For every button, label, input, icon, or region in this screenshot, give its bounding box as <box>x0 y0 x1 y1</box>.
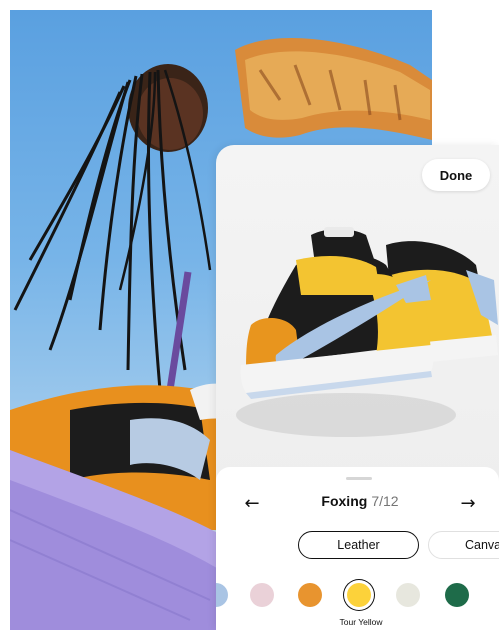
step-indicator: Foxing 7/12 <box>276 493 444 509</box>
material-options: Leather Canvas <box>216 531 499 563</box>
step-count: 7/12 <box>371 493 399 509</box>
selected-color-name: Tour Yellow <box>339 617 383 627</box>
material-leather-button[interactable]: Leather <box>298 531 419 559</box>
step-name: Foxing <box>321 493 368 509</box>
arrow-right-icon[interactable]: → <box>452 487 484 519</box>
customizer-panel: Done ← Foxing 7/12 → Leather Canva Tour … <box>216 145 499 630</box>
app-screen: Done ← Foxing 7/12 → Leather Canva Tour … <box>0 0 499 630</box>
color-swatch-yellow[interactable] <box>347 583 371 607</box>
color-swatch-cream[interactable] <box>396 583 420 607</box>
color-swatch-green[interactable] <box>445 583 469 607</box>
sheet-drag-handle[interactable] <box>346 477 372 480</box>
color-swatch-pink[interactable] <box>250 583 274 607</box>
customization-sheet: ← Foxing7/12 → Leather Canvas Tour Yello… <box>216 467 499 630</box>
done-button[interactable]: Done <box>422 159 490 191</box>
arrow-left-icon[interactable]: ← <box>236 487 268 519</box>
color-swatch-orange[interactable] <box>298 583 322 607</box>
color-swatch-blue[interactable] <box>216 583 228 607</box>
shoe-3d-preview[interactable] <box>216 205 499 455</box>
material-canvas-button[interactable]: Canvas <box>428 531 499 559</box>
